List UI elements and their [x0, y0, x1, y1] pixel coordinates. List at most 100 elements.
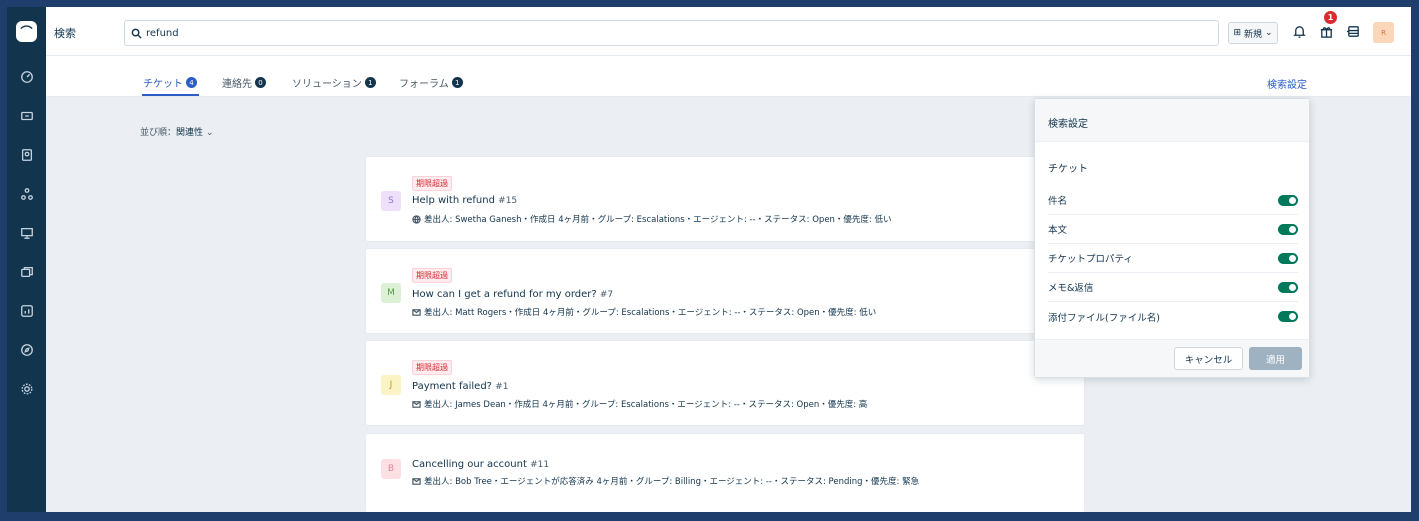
- tab-count: 0: [255, 77, 266, 88]
- ticket-card[interactable]: 期限超過 M How can I get a refund for my ord…: [365, 248, 1085, 334]
- gift-icon[interactable]: [1317, 22, 1335, 40]
- tab-label: ソリューション: [292, 79, 362, 90]
- active-tab-indicator: [142, 94, 199, 96]
- globe-icon: [412, 214, 421, 224]
- subject-text: Payment failed?: [412, 381, 492, 392]
- tab-tickets[interactable]: チケット 4: [143, 75, 197, 90]
- ticket-meta: 差出人: Swetha Ganesh・作成日 4ヶ月前・グループ: Escala…: [412, 213, 892, 225]
- app-frame: ⌒ 検索 refund ⊞ 新規 ⌄ 1 R チケット 4 連絡先 0 ソリュー…: [7, 7, 1411, 512]
- forums-icon[interactable]: [19, 264, 35, 280]
- top-header: 検索 refund ⊞ 新規 ⌄ 1 R: [46, 7, 1411, 56]
- settings-gear-icon[interactable]: [19, 381, 35, 397]
- subject-toggle[interactable]: [1278, 194, 1298, 206]
- setting-label: 件名: [1048, 196, 1068, 207]
- setting-label: メモ&返信: [1048, 283, 1094, 294]
- tab-count: 1: [451, 77, 463, 88]
- ticket-subject[interactable]: Cancelling our account #11: [412, 459, 549, 470]
- chevron-down-icon: ⌄: [1265, 28, 1273, 38]
- tab-count: 1: [364, 77, 376, 88]
- meta-text: 差出人: Bob Tree・エージェントが応答済み 4ヶ月前・グループ: Bil…: [424, 477, 920, 487]
- panel-section-title: チケット: [1048, 164, 1088, 175]
- ticket-meta: 差出人: Matt Rogers・作成日 4ヶ月前・グループ: Escalati…: [412, 306, 876, 318]
- tab-count: 4: [186, 77, 197, 88]
- ticket-number: #7: [599, 290, 614, 300]
- tab-label: 連絡先: [222, 79, 252, 90]
- new-button[interactable]: ⊞ 新規 ⌄: [1228, 22, 1278, 44]
- tab-forums[interactable]: フォーラム 1: [399, 75, 463, 90]
- discover-icon[interactable]: [19, 342, 35, 358]
- apply-button[interactable]: 適用: [1249, 347, 1302, 370]
- search-input[interactable]: refund: [124, 20, 1219, 46]
- subject-text: Help with refund: [412, 195, 495, 206]
- ticket-number: #1: [495, 382, 509, 392]
- notes-toggle[interactable]: [1278, 281, 1298, 293]
- solutions-icon[interactable]: [19, 225, 35, 241]
- meta-text: 差出人: Swetha Ganesh・作成日 4ヶ月前・グループ: Escala…: [424, 215, 892, 225]
- subject-text: How can I get a refund for my order?: [412, 289, 597, 300]
- ticket-meta: 差出人: James Dean・作成日 4ヶ月前・グループ: Escalatio…: [412, 398, 867, 410]
- ticket-card[interactable]: B Cancelling our account #11 差出人: Bob Tr…: [365, 433, 1085, 512]
- tab-solutions[interactable]: ソリューション 1: [292, 75, 376, 90]
- email-icon: [412, 308, 421, 316]
- bell-icon[interactable]: [1290, 22, 1308, 40]
- requester-avatar: B: [381, 459, 401, 479]
- meta-text: 差出人: Matt Rogers・作成日 4ヶ月前・グループ: Escalati…: [424, 308, 877, 318]
- apps-icon[interactable]: [1344, 22, 1362, 40]
- headset-logo-icon[interactable]: ⌒: [16, 21, 37, 42]
- overdue-badge: 期限超過: [412, 176, 452, 191]
- setting-row-subject: 件名: [1048, 186, 1298, 215]
- avatar[interactable]: R: [1373, 22, 1394, 43]
- sort-value: 関連性: [176, 128, 204, 138]
- setting-row-attachments: 添付ファイル(ファイル名): [1048, 302, 1298, 331]
- ticket-subject[interactable]: Help with refund #15: [412, 195, 517, 206]
- notification-badge: 1: [1324, 11, 1337, 24]
- setting-label: 本文: [1048, 225, 1068, 236]
- page-title: 検索: [54, 27, 76, 40]
- properties-toggle[interactable]: [1278, 252, 1298, 264]
- tickets-icon[interactable]: [19, 108, 35, 124]
- search-icon: [131, 28, 142, 39]
- social-icon[interactable]: [19, 186, 35, 202]
- contacts-icon[interactable]: [19, 147, 35, 163]
- meta-text: 差出人: James Dean・作成日 4ヶ月前・グループ: Escalatio…: [424, 400, 868, 410]
- requester-avatar: J: [381, 375, 401, 395]
- plus-box-icon: ⊞: [1233, 28, 1241, 38]
- subject-text: Cancelling our account: [412, 459, 527, 470]
- search-settings-panel: 検索設定 チケット 件名 本文 チケットプロパティ メモ&返信 添付ファイル(フ…: [1034, 98, 1310, 378]
- chevron-down-icon: ⌄: [205, 128, 214, 138]
- results-tabs: チケット 4 連絡先 0 ソリューション 1 フォーラム 1 検索設定: [46, 56, 1411, 97]
- dashboard-icon[interactable]: [19, 69, 35, 85]
- ticket-meta: 差出人: Bob Tree・エージェントが応答済み 4ヶ月前・グループ: Bil…: [412, 475, 919, 487]
- tab-label: フォーラム: [399, 79, 449, 90]
- ticket-subject[interactable]: Payment failed? #1: [412, 381, 508, 392]
- reports-icon[interactable]: [19, 303, 35, 319]
- setting-label: 添付ファイル(ファイル名): [1048, 312, 1160, 324]
- search-settings-link[interactable]: 検索設定: [1267, 76, 1307, 91]
- ticket-subject[interactable]: How can I get a refund for my order? #7: [412, 289, 613, 300]
- left-nav: ⌒: [7, 7, 46, 512]
- sort-label: 並び順：: [140, 128, 177, 138]
- setting-row-body: 本文: [1048, 215, 1298, 244]
- overdue-badge: 期限超過: [412, 360, 452, 375]
- email-icon: [412, 400, 421, 408]
- email-icon: [412, 477, 421, 485]
- setting-row-properties: チケットプロパティ: [1048, 244, 1298, 273]
- ticket-number: #15: [498, 196, 518, 206]
- requester-avatar: M: [381, 283, 401, 303]
- attachments-toggle[interactable]: [1278, 311, 1298, 322]
- panel-footer: キャンセル 適用: [1035, 339, 1309, 377]
- search-value: refund: [146, 27, 179, 39]
- new-button-label: 新規: [1243, 29, 1262, 40]
- tab-contacts[interactable]: 連絡先 0: [222, 75, 266, 90]
- ticket-card[interactable]: 期限超過 J Payment failed? #1 差出人: James Dea…: [365, 340, 1085, 426]
- panel-title: 検索設定: [1035, 99, 1309, 142]
- body-toggle[interactable]: [1278, 223, 1298, 235]
- setting-row-notes: メモ&返信: [1048, 273, 1298, 302]
- overdue-badge: 期限超過: [412, 268, 452, 283]
- ticket-card[interactable]: 期限超過 S Help with refund #15 差出人: Swetha …: [365, 156, 1085, 242]
- requester-avatar: S: [381, 191, 401, 211]
- sort-selector[interactable]: 並び順：関連性 ⌄: [140, 125, 213, 138]
- cancel-button[interactable]: キャンセル: [1174, 347, 1243, 370]
- tab-label: チケット: [143, 79, 183, 90]
- setting-label: チケットプロパティ: [1048, 254, 1133, 265]
